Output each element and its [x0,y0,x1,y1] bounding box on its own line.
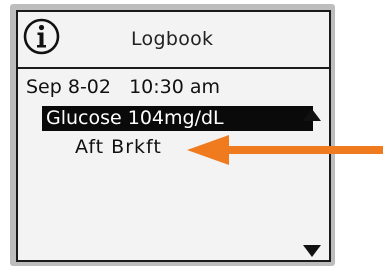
callout-arrow [187,135,383,165]
entry-datetime: Sep 8-02 10:30 am [26,76,221,98]
glucose-reading-row[interactable]: Glucose 104mg/dL [42,106,313,131]
screen-title: Logbook [131,28,214,50]
glucose-reading-text: Glucose 104mg/dL [46,107,224,129]
scroll-up-arrow-icon[interactable] [302,108,322,122]
entry-note: Aft Brkft [75,136,162,158]
screen-header: Logbook [18,12,329,69]
scroll-down-arrow-icon[interactable] [302,244,322,258]
info-icon[interactable] [23,18,60,55]
